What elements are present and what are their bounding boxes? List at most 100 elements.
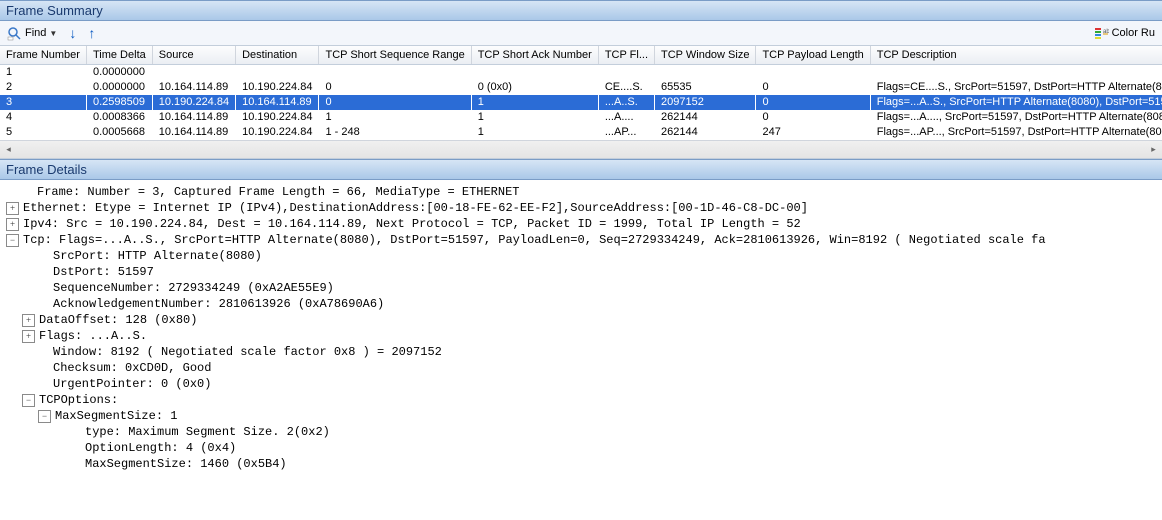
cell-fl (598, 65, 654, 81)
column-header[interactable]: TCP Payload Length (756, 46, 870, 65)
column-header[interactable]: Time Delta (86, 46, 152, 65)
cell-ack: 0 (0x0) (471, 80, 598, 95)
arrow-up-icon: ↑ (88, 25, 95, 41)
find-next-down-button[interactable]: ↓ (64, 22, 81, 44)
tree-node[interactable]: type: Maximum Segment Size. 2(0x2) (0, 424, 1162, 440)
collapse-icon[interactable]: − (22, 394, 35, 407)
frame-summary-table[interactable]: Frame NumberTime DeltaSourceDestinationT… (0, 46, 1162, 140)
tree-node[interactable]: Frame: Number = 3, Captured Frame Length… (0, 184, 1162, 200)
cell-seq: 0 (319, 95, 471, 110)
expand-icon[interactable]: + (6, 218, 19, 231)
cell-pay: 247 (756, 125, 870, 140)
tree-node[interactable]: + DataOffset: 128 (0x80) (0, 312, 1162, 328)
cell-src: 10.164.114.89 (152, 125, 235, 140)
find-prev-up-button[interactable]: ↑ (83, 22, 100, 44)
tree-spacer (38, 282, 49, 293)
cell-pay: 0 (756, 95, 870, 110)
tree-node[interactable]: −TCPOptions: (0, 392, 1162, 408)
cell-fl: ...A..S. (598, 95, 654, 110)
tree-node-text: Window: 8192 ( Negotiated scale factor 0… (53, 344, 442, 360)
cell-pay: 0 (756, 80, 870, 95)
color-rules-button[interactable]: ab Color Ru (1089, 23, 1160, 44)
find-label: Find (25, 27, 46, 39)
tree-node[interactable]: Window: 8192 ( Negotiated scale factor 0… (0, 344, 1162, 360)
find-icon (7, 26, 22, 41)
column-header[interactable]: TCP Window Size (655, 46, 756, 65)
cell-src (152, 65, 235, 81)
cell-desc: Flags=CE....S., SrcPort=51597, DstPort=H… (870, 80, 1162, 95)
tree-node[interactable]: OptionLength: 4 (0x4) (0, 440, 1162, 456)
horizontal-scrollbar[interactable]: ◂ ▸ (0, 140, 1162, 158)
tree-spacer (38, 298, 49, 309)
cell-td: 0.0008366 (86, 110, 152, 125)
column-header[interactable]: Destination (236, 46, 319, 65)
arrow-down-icon: ↓ (69, 25, 76, 41)
cell-dst (236, 65, 319, 81)
expand-icon[interactable]: + (6, 202, 19, 215)
tree-node[interactable]: +Flags: ...A..S. (0, 328, 1162, 344)
cell-fl: CE....S. (598, 80, 654, 95)
cell-dst: 10.190.224.84 (236, 80, 319, 95)
tree-node[interactable]: −MaxSegmentSize: 1 (0, 408, 1162, 424)
tree-node-text: AcknowledgementNumber: 2810613926 (0xA78… (53, 296, 384, 312)
cell-win: 262144 (655, 110, 756, 125)
cell-src: 10.164.114.89 (152, 110, 235, 125)
tree-node-text: DstPort: 51597 (53, 264, 154, 280)
scroll-right-icon[interactable]: ▸ (1145, 141, 1162, 158)
cell-seq: 1 - 248 (319, 125, 471, 140)
find-button[interactable]: Find ▼ (2, 23, 62, 44)
frame-summary-title: Frame Summary (0, 0, 1162, 21)
expand-icon[interactable]: + (22, 314, 35, 327)
tree-node[interactable]: + Ethernet: Etype = Internet IP (IPv4),De… (0, 200, 1162, 216)
tree-node[interactable]: Checksum: 0xCD0D, Good (0, 360, 1162, 376)
cell-win: 2097152 (655, 95, 756, 110)
cell-ack: 1 (471, 95, 598, 110)
cell-num: 2 (0, 80, 86, 95)
cell-desc: Flags=...AP..., SrcPort=51597, DstPort=H… (870, 125, 1162, 140)
cell-dst: 10.190.224.84 (236, 125, 319, 140)
tree-node-text: Ipv4: Src = 10.190.224.84, Dest = 10.164… (23, 216, 801, 232)
tree-node-text: UrgentPointer: 0 (0x0) (53, 376, 211, 392)
tree-node-text: Ethernet: Etype = Internet IP (IPv4),Des… (23, 200, 808, 216)
column-header[interactable]: TCP Short Sequence Range (319, 46, 471, 65)
cell-num: 4 (0, 110, 86, 125)
column-header[interactable]: TCP Description (870, 46, 1162, 65)
tree-node[interactable]: UrgentPointer: 0 (0x0) (0, 376, 1162, 392)
cell-td: 0.0000000 (86, 80, 152, 95)
tree-spacer (38, 378, 49, 389)
tree-node[interactable]: AcknowledgementNumber: 2810613926 (0xA78… (0, 296, 1162, 312)
scroll-left-icon[interactable]: ◂ (0, 141, 17, 158)
column-header[interactable]: Source (152, 46, 235, 65)
cell-dst: 10.164.114.89 (236, 95, 319, 110)
tree-node-text: SequenceNumber: 2729334249 (0xA2AE55E9) (53, 280, 334, 296)
tree-spacer (22, 186, 33, 197)
cell-ack: 1 (471, 110, 598, 125)
tree-node[interactable]: SrcPort: HTTP Alternate(8080) (0, 248, 1162, 264)
table-row[interactable]: 40.000836610.164.114.8910.190.224.8411..… (0, 110, 1162, 125)
table-row[interactable]: 30.259850910.190.224.8410.164.114.8901..… (0, 95, 1162, 110)
tree-node-text: DataOffset: 128 (0x80) (39, 312, 197, 328)
collapse-icon[interactable]: − (38, 410, 51, 423)
tree-node[interactable]: −Tcp: Flags=...A..S., SrcPort=HTTP Alter… (0, 232, 1162, 248)
tree-node[interactable]: DstPort: 51597 (0, 264, 1162, 280)
table-row[interactable]: 10.0000000 (0, 65, 1162, 81)
tree-spacer (38, 266, 49, 277)
cell-win: 262144 (655, 125, 756, 140)
cell-td: 0.2598509 (86, 95, 152, 110)
tree-node[interactable]: MaxSegmentSize: 1460 (0x5B4) (0, 456, 1162, 472)
column-header[interactable]: TCP Fl... (598, 46, 654, 65)
tree-node-text: OptionLength: 4 (0x4) (85, 440, 236, 456)
tree-node-text: SrcPort: HTTP Alternate(8080) (53, 248, 262, 264)
collapse-icon[interactable]: − (6, 234, 19, 247)
tree-spacer (38, 362, 49, 373)
tree-node[interactable]: SequenceNumber: 2729334249 (0xA2AE55E9) (0, 280, 1162, 296)
tree-node[interactable]: + Ipv4: Src = 10.190.224.84, Dest = 10.16… (0, 216, 1162, 232)
expand-icon[interactable]: + (22, 330, 35, 343)
column-header[interactable]: TCP Short Ack Number (471, 46, 598, 65)
cell-num: 3 (0, 95, 86, 110)
column-header[interactable]: Frame Number (0, 46, 86, 65)
cell-dst: 10.190.224.84 (236, 110, 319, 125)
table-row[interactable]: 20.000000010.164.114.8910.190.224.8400 (… (0, 80, 1162, 95)
table-row[interactable]: 50.000566810.164.114.8910.190.224.841 - … (0, 125, 1162, 140)
frame-details-tree[interactable]: Frame: Number = 3, Captured Frame Length… (0, 180, 1162, 476)
